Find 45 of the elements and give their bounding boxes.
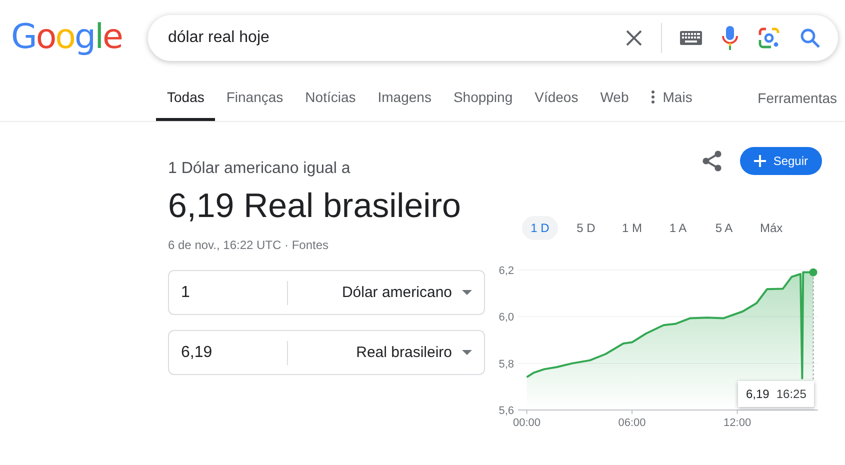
nav-tab[interactable]: Imagens: [366, 75, 442, 121]
nav-tab[interactable]: Finanças: [215, 75, 294, 121]
range-tab[interactable]: Máx: [752, 216, 791, 240]
currency-dropdown[interactable]: Real brasileiro: [288, 344, 462, 361]
caret-icon: [462, 290, 472, 295]
y-axis-label: 5,8: [498, 358, 514, 370]
range-tab[interactable]: 5 A: [706, 216, 742, 240]
plus-icon: [754, 155, 766, 167]
share-icon[interactable]: [702, 150, 722, 172]
range-tab[interactable]: 1 A: [660, 216, 696, 240]
amount-field[interactable]: 1: [181, 284, 287, 302]
x-axis-label: 12:00: [724, 417, 752, 429]
chart-tooltip: 6,19 16:25: [738, 381, 814, 407]
range-tab[interactable]: 1 D: [522, 216, 558, 240]
conversion-result: 6,19 Real brasileiro: [168, 186, 462, 226]
x-axis-label: 06:00: [618, 417, 646, 429]
range-tab[interactable]: 5 D: [568, 216, 604, 240]
keyboard-icon[interactable]: [680, 30, 702, 44]
search-field[interactable]: dólar real hoje: [148, 14, 838, 60]
y-axis-label: 6,2: [498, 265, 514, 277]
close-icon[interactable]: [625, 28, 643, 46]
timestamp: 6 de nov., 16:22 UTC ·: [168, 238, 290, 252]
nav-tab[interactable]: Web: [589, 75, 640, 121]
camera-icon[interactable]: [758, 26, 780, 48]
y-axis-label: 6,0: [498, 312, 514, 324]
currency-dropdown[interactable]: Dólar americano: [288, 284, 462, 301]
nav-tab[interactable]: Notícias: [294, 75, 367, 121]
sources-link[interactable]: Fontes: [292, 238, 329, 252]
y-axis-label: 5,6: [498, 405, 514, 417]
google-logo[interactable]: Google: [11, 16, 148, 56]
search-icon[interactable]: [800, 28, 820, 48]
conversion-label: 1 Dólar americano igual a: [168, 160, 352, 178]
caret-icon: [462, 350, 472, 355]
nav-tab[interactable]: Mais: [640, 75, 704, 121]
x-axis-label: 00:00: [513, 417, 541, 429]
amount-field[interactable]: 6,19: [181, 344, 287, 362]
nav-tab[interactable]: Vídeos: [524, 75, 590, 121]
follow-button[interactable]: Seguir: [740, 147, 822, 175]
nav-tab[interactable]: Shopping: [442, 75, 524, 121]
current-point: [809, 268, 818, 276]
microphone-icon[interactable]: [722, 26, 738, 50]
more-icon: [650, 90, 655, 104]
range-tab[interactable]: 1 M: [614, 216, 650, 240]
nav-tab[interactable]: Todas: [156, 75, 216, 121]
tools-tab[interactable]: Ferramentas: [758, 75, 837, 121]
